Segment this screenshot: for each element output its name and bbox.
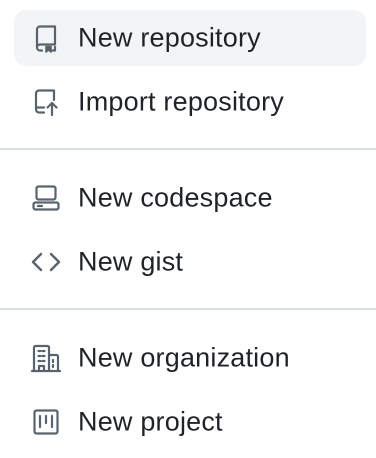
menu-item-label: New organization	[78, 342, 290, 373]
menu-item-import-repository[interactable]: Import repository	[14, 74, 366, 130]
menu-item-new-organization[interactable]: New organization	[14, 330, 366, 386]
menu-item-new-codespace[interactable]: New codespace	[14, 170, 366, 226]
repo-push-icon	[30, 86, 62, 118]
menu-item-new-gist[interactable]: New gist	[14, 234, 366, 290]
menu-item-label: New repository	[78, 22, 261, 53]
repo-icon	[30, 22, 62, 54]
codespaces-icon	[30, 182, 62, 214]
menu-item-label: Import repository	[78, 86, 284, 117]
menu-item-label: New project	[78, 406, 223, 437]
menu-item-label: New codespace	[78, 182, 273, 213]
code-icon	[30, 246, 62, 278]
create-new-dropdown-menu: New repository Import repository New cod…	[0, 0, 376, 458]
menu-item-new-project[interactable]: New project	[14, 394, 366, 450]
menu-divider	[0, 148, 376, 150]
project-icon	[30, 406, 62, 438]
menu-item-new-repository[interactable]: New repository	[14, 10, 366, 66]
organization-icon	[30, 342, 62, 374]
menu-item-label: New gist	[78, 246, 184, 277]
menu-divider	[0, 308, 376, 310]
